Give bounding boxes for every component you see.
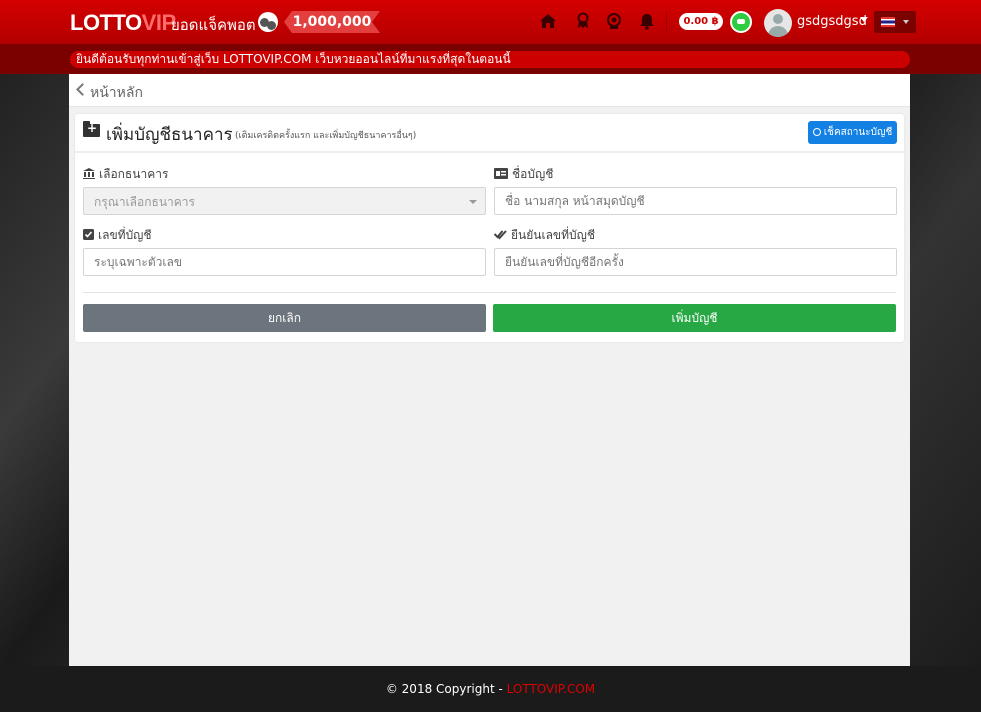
bank-label-text: เลือกธนาคาร — [99, 167, 169, 181]
bank-select[interactable]: กรุณาเลือกธนาคาร — [83, 187, 486, 215]
chevron-left-icon[interactable] — [76, 83, 89, 96]
card-header: เพิ่มบัญชีธนาคาร (เติมเครดิตครั้งแรก และ… — [75, 114, 904, 153]
top-navbar: LOTTOVIP ยอดแจ็คพอต 1,000,000 0.00 ฿ gsd… — [0, 0, 981, 45]
announcement-bar: ยินดีต้อนรับทุกท่านเข้าสู่เว็บ LOTTOVIP.… — [0, 44, 981, 74]
copyright-text: © 2018 Copyright - — [385, 682, 507, 696]
thai-flag-icon — [881, 17, 895, 27]
form-divider — [83, 292, 896, 293]
bank-field-label: เลือกธนาคาร — [83, 165, 168, 184]
jackpot-label: ยอดแจ็คพอต — [171, 16, 256, 34]
confirm-number-field-label: ยืนยันเลขที่บัญชี — [494, 226, 595, 245]
confirm-number-input[interactable] — [494, 248, 897, 276]
bank-select-placeholder: กรุณาเลือกธนาคาร — [94, 195, 195, 209]
select-chevron-down-icon — [469, 200, 477, 204]
language-chevron-down-icon — [903, 20, 909, 24]
home-icon[interactable] — [539, 12, 557, 30]
account-number-field-label: เลขที่บัญชี — [83, 226, 152, 245]
main-content: หน้าหลัก เพิ่มบัญชีธนาคาร (เติมเครดิตครั… — [69, 74, 910, 666]
check-account-status-button[interactable]: เช็คสถานะบัญชี — [808, 121, 897, 144]
id-card-icon — [494, 168, 508, 179]
award-icon[interactable] — [574, 12, 592, 30]
check-account-status-label: เช็คสถานะบัญชี — [823, 127, 893, 138]
bank-icon — [83, 168, 95, 179]
language-selector[interactable] — [874, 11, 916, 33]
confirm-number-label-text: ยืนยันเลขที่บัญชี — [511, 228, 596, 242]
jackpot-value: 1,000,000 — [284, 11, 380, 33]
account-name-field-label: ชื่อบัญชี — [494, 165, 553, 184]
bell-icon[interactable] — [638, 12, 656, 30]
folder-plus-icon — [83, 121, 100, 137]
user-menu-chevron-down-icon[interactable] — [860, 17, 868, 22]
credit-balance[interactable]: 0.00 ฿ — [679, 13, 723, 30]
footer: © 2018 Copyright - LOTTOVIP.COM — [0, 666, 981, 712]
navbar-separator — [666, 12, 667, 32]
jackpot-balls-icon — [258, 12, 278, 32]
account-number-label-text: เลขที่บัญชี — [98, 228, 152, 242]
add-account-button[interactable]: เพิ่มบัญชี — [493, 304, 896, 332]
account-name-input[interactable] — [494, 187, 897, 215]
account-number-input[interactable] — [83, 248, 486, 276]
search-icon — [812, 128, 821, 136]
footer-copyright: © 2018 Copyright - LOTTOVIP.COM — [0, 682, 981, 696]
user-avatar[interactable] — [764, 9, 792, 37]
trophy-icon[interactable] — [605, 12, 623, 30]
announcement-text: ยินดีต้อนรับทุกท่านเข้าสู่เว็บ LOTTOVIP.… — [70, 51, 910, 68]
line-chat-icon[interactable] — [730, 11, 752, 33]
breadcrumb: หน้าหลัก — [69, 74, 910, 107]
account-name-label-text: ชื่อบัญชี — [512, 167, 554, 181]
page-subtitle: (เติมเครดิตครั้งแรก และเพิ่มบัญชีธนาคารอ… — [235, 131, 417, 141]
cancel-button[interactable]: ยกเลิก — [83, 304, 486, 332]
username[interactable]: gsdgsdgsd — [797, 14, 867, 29]
breadcrumb-home-link[interactable]: หน้าหลัก — [90, 82, 143, 104]
page-title: เพิ่มบัญชีธนาคาร — [106, 125, 233, 145]
footer-brand-link[interactable]: LOTTOVIP.COM — [507, 682, 596, 696]
logo-text-lotto: LOTTO — [70, 10, 142, 35]
add-bank-account-card: เพิ่มบัญชีธนาคาร (เติมเครดิตครั้งแรก และ… — [75, 114, 904, 342]
double-check-icon — [494, 230, 507, 240]
site-logo[interactable]: LOTTOVIP — [70, 10, 176, 36]
check-square-icon — [83, 229, 94, 240]
